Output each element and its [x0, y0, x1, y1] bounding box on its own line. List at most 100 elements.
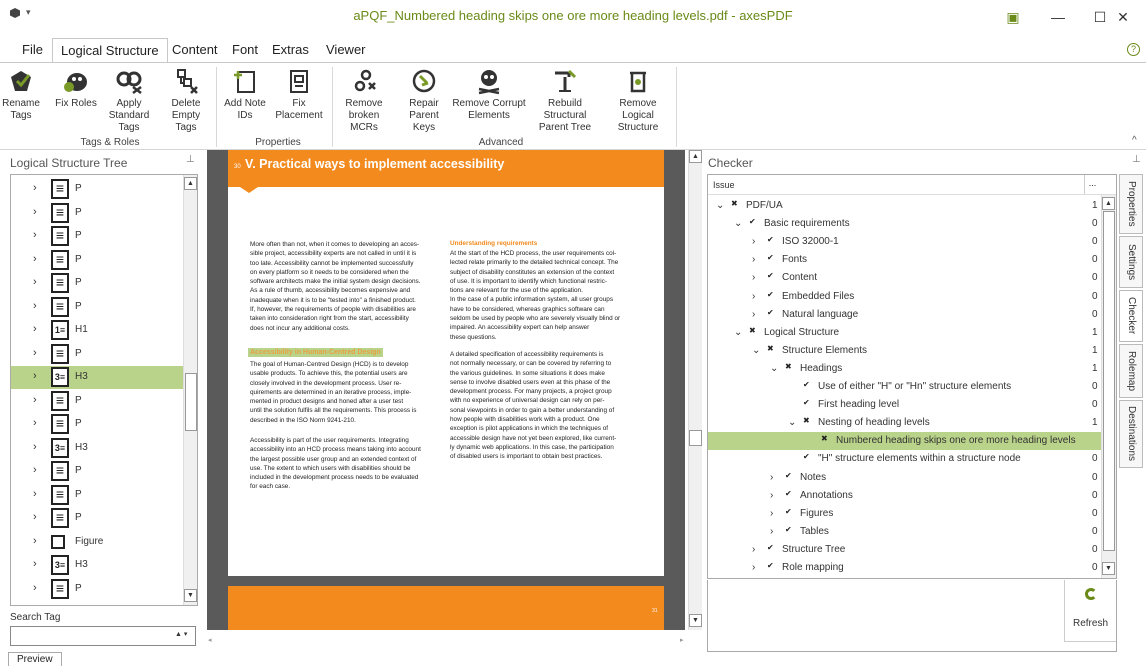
expand-chevron-icon[interactable]: ›	[770, 508, 773, 519]
left-panel-pin-icon[interactable]: ⊥	[186, 154, 195, 165]
expand-chevron-icon[interactable]: ›	[33, 276, 37, 288]
tree-item[interactable]: › 3≡ H3	[11, 437, 185, 460]
expand-chevron-icon[interactable]: ›	[752, 291, 755, 302]
tree-item[interactable]: › ≡ P	[11, 225, 185, 248]
fix-roles-button[interactable]: Fix Roles	[54, 65, 98, 110]
tree-item[interactable]: › ≡ P	[11, 272, 185, 295]
checker-row[interactable]: › ✔ Embedded Files 0	[708, 288, 1102, 306]
collapse-chevron-icon[interactable]: ⌄	[734, 327, 742, 338]
collapse-chevron-icon[interactable]: ⌄	[716, 200, 724, 211]
checker-row[interactable]: ⌄ ✖ PDF/UA 1	[708, 197, 1102, 215]
viewer-scrollbar-thumb[interactable]	[689, 430, 702, 446]
checker-row[interactable]: › ✔ Structure Tree 0	[708, 541, 1102, 559]
remove-logical-structure-button[interactable]: Remove Logical Structure	[604, 65, 672, 134]
help-icon[interactable]: ?	[1127, 43, 1140, 56]
expand-chevron-icon[interactable]: ›	[33, 511, 37, 523]
menu-extras[interactable]: Extras	[264, 38, 317, 62]
scroll-up-arrow-icon[interactable]: ▲	[184, 177, 197, 190]
checker-row[interactable]: › ✔ Fonts 0	[708, 251, 1102, 269]
checker-row[interactable]: ⌄ ✖ Structure Elements 1	[708, 342, 1102, 360]
menu-file[interactable]: File	[14, 38, 51, 62]
tree-item[interactable]: › 3≡ H3	[11, 366, 185, 389]
delete-empty-tags-button[interactable]: Delete Empty Tags	[160, 65, 212, 134]
checker-row[interactable]: › ✔ Content 0	[708, 269, 1102, 287]
expand-chevron-icon[interactable]: ›	[752, 254, 755, 265]
menu-viewer[interactable]: Viewer	[318, 38, 374, 62]
checker-row[interactable]: › ✔ Annotations 0	[708, 487, 1102, 505]
checker-scroll-down-icon[interactable]: ▼	[1102, 562, 1115, 575]
tree-item[interactable]: › ≡ P	[11, 507, 185, 530]
expand-chevron-icon[interactable]: ›	[33, 347, 37, 359]
search-tag-input[interactable]: ▲ ▾	[10, 626, 196, 646]
tree-scrollbar-thumb[interactable]	[185, 373, 197, 431]
collapse-chevron-icon[interactable]: ⌄	[770, 363, 778, 374]
expand-chevron-icon[interactable]: ›	[33, 323, 37, 335]
expand-chevron-icon[interactable]: ›	[33, 394, 37, 406]
scroll-down-arrow-icon[interactable]: ▼	[184, 589, 197, 602]
menu-content[interactable]: Content	[164, 38, 226, 62]
tree-item[interactable]: › ≡ P	[11, 413, 185, 436]
expand-chevron-icon[interactable]: ›	[33, 417, 37, 429]
tree-item[interactable]: › ≡ P	[11, 202, 185, 225]
viewer-scrollbar[interactable]: ▲ ▼	[688, 150, 702, 630]
expand-chevron-icon[interactable]: ›	[33, 253, 37, 265]
rebuild-structural-parent-tree-button[interactable]: Rebuild Structural Parent Tree	[528, 65, 602, 134]
expand-chevron-icon[interactable]: ›	[752, 544, 755, 555]
tree-item[interactable]: › ≡ P	[11, 390, 185, 413]
checker-row[interactable]: ✔ First heading level 0	[708, 396, 1102, 414]
tree-item[interactable]: › ≡ P	[11, 578, 185, 601]
tree-item[interactable]: › Figure	[11, 531, 185, 554]
preview-tab[interactable]: Preview	[8, 652, 62, 666]
expand-chevron-icon[interactable]: ›	[33, 370, 37, 382]
expand-chevron-icon[interactable]: ›	[33, 206, 37, 218]
menu-logical-structure[interactable]: Logical Structure	[52, 38, 168, 63]
minimize-button[interactable]: —	[1035, 4, 1081, 30]
tree-item[interactable]: › 3≡ H3	[11, 554, 185, 577]
viewer-scroll-up-icon[interactable]: ▲	[689, 150, 702, 163]
viewer-hscroll-right-icon[interactable]: ▸	[680, 636, 684, 644]
checker-row[interactable]: › ✔ Figures 0	[708, 505, 1102, 523]
expand-chevron-icon[interactable]: ›	[33, 488, 37, 500]
refresh-button[interactable]: Refresh	[1064, 580, 1116, 642]
expand-chevron-icon[interactable]: ›	[770, 490, 773, 501]
viewer-scroll-down-icon[interactable]: ▼	[689, 614, 702, 627]
tree-item[interactable]: › ≡ P	[11, 460, 185, 483]
expand-chevron-icon[interactable]: ›	[752, 272, 755, 283]
side-tab-properties[interactable]: Properties	[1119, 174, 1143, 234]
checker-row[interactable]: ⌄ ✖ Headings 1	[708, 360, 1102, 378]
checker-row[interactable]: › ✔ Tables 0	[708, 523, 1102, 541]
checker-row[interactable]: ✖ Numbered heading skips one ore more hea…	[708, 432, 1102, 451]
checker-row[interactable]: ⌄ ✔ Basic requirements 0	[708, 215, 1102, 233]
checker-row[interactable]: ⌄ ✖ Nesting of heading levels 1	[708, 414, 1102, 432]
app-logo-icon[interactable]	[10, 8, 20, 18]
side-tab-settings[interactable]: Settings	[1119, 236, 1143, 288]
expand-chevron-icon[interactable]: ›	[33, 182, 37, 194]
tree-item[interactable]: › ≡ P	[11, 249, 185, 272]
tree-item[interactable]: › ≡ P	[11, 178, 185, 201]
expand-chevron-icon[interactable]: ›	[33, 558, 37, 570]
collapse-ribbon-icon[interactable]: ^	[1132, 135, 1137, 146]
expand-chevron-icon[interactable]: ›	[33, 582, 37, 594]
tree-item[interactable]: › ≡ P	[11, 343, 185, 366]
expand-chevron-icon[interactable]: ›	[33, 464, 37, 476]
tree-scrollbar[interactable]: ▲ ▼	[183, 175, 197, 605]
repair-parent-keys-button[interactable]: Repair Parent Keys	[398, 65, 450, 134]
remove-broken-mcrs-button[interactable]: Remove broken MCRs	[336, 65, 392, 134]
expand-chevron-icon[interactable]: ›	[752, 236, 755, 247]
side-tab-checker[interactable]: Checker	[1119, 290, 1143, 342]
checker-scrollbar[interactable]: ▲ ▼	[1101, 195, 1116, 578]
remove-corrupt-elements-button[interactable]: Remove Corrupt Elements	[452, 65, 526, 122]
checker-row[interactable]: › ✔ Role mapping 0	[708, 559, 1102, 577]
expand-chevron-icon[interactable]: ›	[33, 535, 37, 547]
checker-row[interactable]: › ✔ Notes 0	[708, 469, 1102, 487]
quick-access-dropdown-icon[interactable]: ▾	[26, 7, 31, 18]
checker-row[interactable]: › ✔ Natural language 0	[708, 306, 1102, 324]
close-button[interactable]: ✕	[1100, 4, 1146, 30]
expand-chevron-icon[interactable]: ›	[752, 562, 755, 573]
ribbon-display-icon[interactable]: ▣	[990, 4, 1036, 30]
expand-chevron-icon[interactable]: ›	[752, 309, 755, 320]
search-tag-spinner-icon[interactable]: ▲ ▾	[175, 630, 187, 638]
checker-scroll-up-icon[interactable]: ▲	[1102, 197, 1115, 210]
side-tab-destinations[interactable]: Destinations	[1119, 400, 1143, 468]
side-tab-rolemap[interactable]: Rolemap	[1119, 344, 1143, 398]
